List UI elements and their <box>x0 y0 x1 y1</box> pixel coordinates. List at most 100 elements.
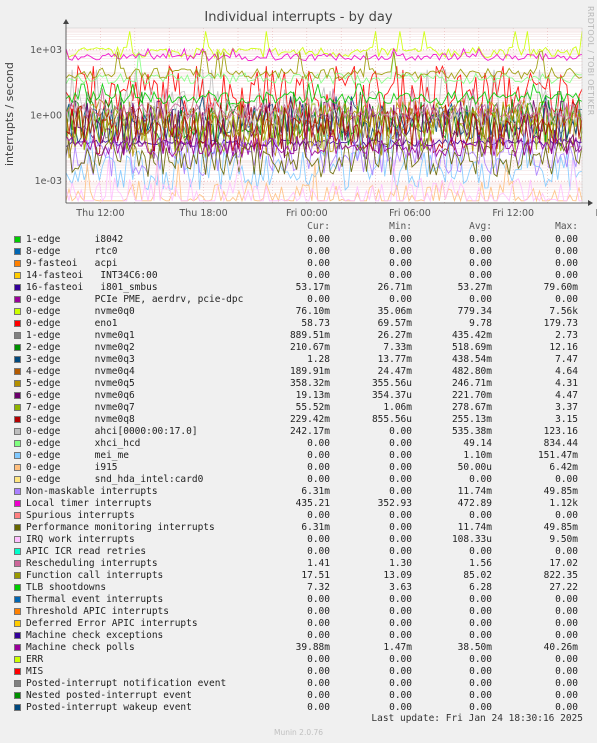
legend-value-min: 3.63 <box>389 582 412 593</box>
legend-swatch <box>14 332 21 339</box>
legend-value-cur: 39.88m <box>295 642 330 653</box>
legend-value-max: 822.35 <box>543 570 578 581</box>
legend-value-min: 0.00 <box>389 618 412 629</box>
legend-value-cur: 0.00 <box>307 618 330 629</box>
legend-value-max: 0.00 <box>555 294 578 305</box>
legend-swatch <box>14 572 21 579</box>
legend-series-name: 3-edge nvme0q3 <box>26 354 135 365</box>
legend-value-max: 40.26m <box>543 642 578 653</box>
legend-value-avg: 255.13m <box>451 414 492 425</box>
legend-value-max: 4.31 <box>555 378 578 389</box>
legend-value-min: 0.00 <box>389 534 412 545</box>
legend-value-max: 0.00 <box>555 546 578 557</box>
legend-row: Machine check polls 39.88m 1.47m 38.50m 40.2… <box>0 642 597 654</box>
legend-row: 0-edge xhci_hcd 0.00 0.00 49.14 834.44 <box>0 438 597 450</box>
legend-value-max: 123.16 <box>543 426 578 437</box>
legend-swatch <box>14 416 21 423</box>
legend-value-min: 0.00 <box>389 606 412 617</box>
legend-value-avg: 0.00 <box>469 666 492 677</box>
legend-swatch <box>14 596 21 603</box>
legend-value-cur: 0.00 <box>307 666 330 677</box>
legend-value-min: 0.00 <box>389 666 412 677</box>
legend-value-min: 0.00 <box>389 702 412 713</box>
legend-series-name: 2-edge nvme0q2 <box>26 342 135 353</box>
legend-value-avg: 11.74m <box>457 486 492 497</box>
legend-swatch <box>14 320 21 327</box>
legend-value-min: 0.00 <box>389 690 412 701</box>
legend-column-header: Cur: <box>307 221 330 232</box>
legend-value-avg: 1.10m <box>463 450 492 461</box>
legend-row: 2-edge nvme0q2 210.67m 7.33m 518.69m 12.16 <box>0 342 597 354</box>
legend-series-name: IRQ work interrupts <box>26 534 135 545</box>
legend-row: 8-edge rtc0 0.00 0.00 0.00 0.00 <box>0 246 597 258</box>
legend-swatch <box>14 440 21 447</box>
legend-value-max: 151.47m <box>537 450 578 461</box>
legend-value-max: 0.00 <box>555 618 578 629</box>
legend-value-avg: 221.70m <box>451 390 492 401</box>
legend-row: 8-edge nvme0q8 229.42m 855.56u 255.13m 3.15 <box>0 414 597 426</box>
legend-swatch <box>14 608 21 615</box>
legend-swatch <box>14 524 21 531</box>
legend-value-max: 79.60m <box>543 282 578 293</box>
legend-swatch <box>14 584 21 591</box>
legend-value-avg: 472.89 <box>457 498 492 509</box>
legend-value-max: 0.00 <box>555 258 578 269</box>
legend-series-name: Posted-interrupt wakeup event <box>26 702 192 713</box>
legend-value-cur: 0.00 <box>307 534 330 545</box>
legend-swatch <box>14 548 21 555</box>
legend-value-max: 0.00 <box>555 654 578 665</box>
legend-value-avg: 278.67m <box>451 402 492 413</box>
legend-value-min: 24.47m <box>377 366 412 377</box>
munin-version: Munin 2.0.76 <box>273 728 324 737</box>
legend-swatch <box>14 392 21 399</box>
legend-value-min: 855.56u <box>371 414 412 425</box>
legend-series-name: 0-edge mei_me <box>26 450 129 461</box>
legend-row: Posted-interrupt notification event 0.00 0… <box>0 678 597 690</box>
legend-value-avg: 0.00 <box>469 678 492 689</box>
legend-value-cur: 358.32m <box>289 378 330 389</box>
legend-value-avg: 0.00 <box>469 270 492 281</box>
legend-series-name: 4-edge nvme0q4 <box>26 366 135 377</box>
legend-swatch <box>14 260 21 267</box>
legend-value-min: 1.30 <box>389 558 412 569</box>
legend-series-name: 1-edge i8042 <box>26 234 124 245</box>
legend-series-name: 0-edge nvme0q0 <box>26 306 135 317</box>
legend-value-avg: 0.00 <box>469 546 492 557</box>
legend-value-cur: 210.67m <box>289 342 330 353</box>
legend-row: 0-edge nvme0q0 76.10m 35.06m 779.34 7.56k <box>0 306 597 318</box>
legend-row: 0-edge ahci[0000:00:17.0] 242.17m 0.00 535.… <box>0 426 597 438</box>
legend-value-cur: 6.31m <box>301 522 330 533</box>
legend-series-name: 7-edge nvme0q7 <box>26 402 135 413</box>
legend-value-min: 0.00 <box>389 522 412 533</box>
legend-value-min: 13.09 <box>383 570 412 581</box>
legend-swatch <box>14 404 21 411</box>
legend-value-avg: 0.00 <box>469 258 492 269</box>
legend-value-avg: 779.34 <box>457 306 492 317</box>
legend-value-max: 7.56k <box>549 306 578 317</box>
legend-value-cur: 889.51m <box>289 330 330 341</box>
legend-value-cur: 0.00 <box>307 450 330 461</box>
legend-swatch <box>14 632 21 639</box>
legend-row: 9-fasteoi acpi 0.00 0.00 0.00 0.00 <box>0 258 597 270</box>
legend-value-max: 4.47 <box>555 390 578 401</box>
legend-row: Machine check exceptions 0.00 0.00 0.00 0.00 <box>0 630 597 642</box>
legend-swatch <box>14 668 21 675</box>
legend-value-max: 2.73 <box>555 330 578 341</box>
legend-value-avg: 0.00 <box>469 606 492 617</box>
legend-value-cur: 0.00 <box>307 630 330 641</box>
legend-column-header: Avg: <box>469 221 492 232</box>
legend-value-avg: 518.69m <box>451 342 492 353</box>
legend-series-name: 1-edge nvme0q1 <box>26 330 135 341</box>
legend-value-min: 69.57m <box>377 318 412 329</box>
legend-series-name: 6-edge nvme0q6 <box>26 390 135 401</box>
legend-row: 0-edge PCIe PME, aerdrv, pcie-dpc 0.00 0.0… <box>0 294 597 306</box>
legend-swatch <box>14 236 21 243</box>
legend-value-max: 9.50m <box>549 534 578 545</box>
legend-swatch <box>14 344 21 351</box>
legend-value-cur: 1.41 <box>307 558 330 569</box>
y-tick-label: 1e-03 <box>35 176 62 187</box>
legend-swatch <box>14 464 21 471</box>
legend-value-avg: 0.00 <box>469 702 492 713</box>
legend-series-name: Performance monitoring interrupts <box>26 522 215 533</box>
legend-swatch <box>14 308 21 315</box>
